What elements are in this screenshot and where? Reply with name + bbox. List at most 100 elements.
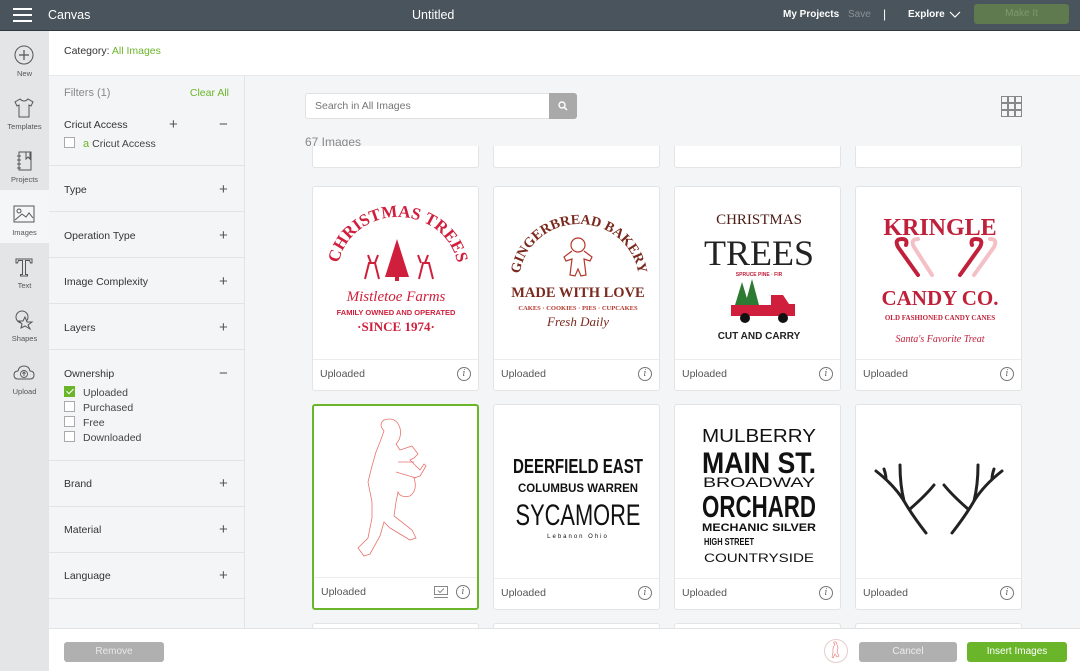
card-footer: Uploaded i	[856, 359, 1021, 390]
filter-section-type[interactable]: Type +	[49, 166, 245, 212]
filter-section-language[interactable]: Language +	[49, 553, 245, 599]
selected-image-thumbnail[interactable]	[824, 639, 848, 663]
search-button[interactable]	[549, 93, 577, 119]
rail-item-upload[interactable]: Upload	[0, 349, 49, 402]
save-button[interactable]: Save	[848, 9, 871, 20]
insert-images-button[interactable]: Insert Images	[967, 642, 1067, 662]
plus-icon[interactable]: +	[219, 476, 228, 491]
grid-view-icon[interactable]	[1001, 96, 1022, 117]
rail-item-shapes[interactable]: Shapes	[0, 296, 49, 349]
filter-section-operation-type[interactable]: Operation Type +	[49, 212, 245, 258]
image-card[interactable]: DEERFIELD EAST COLUMBUS WARREN SYCAMORE …	[493, 404, 660, 610]
art-line6: HIGH STREET	[704, 537, 754, 548]
checkbox-box-checked[interactable]	[64, 386, 75, 397]
image-icon	[13, 205, 35, 223]
make-it-button[interactable]: Make It	[974, 4, 1069, 24]
antlers-art	[874, 463, 1004, 535]
rail-item-label: Templates	[7, 122, 42, 131]
plus-icon[interactable]: +	[219, 568, 228, 583]
rail-item-label: Images	[12, 228, 37, 237]
art-line4: ORCHARD	[702, 489, 816, 524]
image-card[interactable]: GINGERBREAD BAKERY MADE WITH LOVE CAKES …	[493, 186, 660, 391]
image-card[interactable]: MULBERRY MAIN ST. BROADWAY ORCHARD MECHA…	[674, 404, 841, 610]
art-line5: MECHANIC SILVER	[702, 522, 816, 534]
filter-section-material[interactable]: Material +	[49, 507, 245, 553]
filter-section-image-complexity[interactable]: Image Complexity +	[49, 258, 245, 304]
checkbox-uploaded[interactable]: Uploaded	[64, 386, 128, 399]
rail-item-templates[interactable]: Templates	[0, 84, 49, 137]
checkbox-purchased[interactable]: Purchased	[64, 401, 133, 414]
filter-section-title: Layers	[64, 322, 96, 334]
art-line3: FAMILY OWNED AND OPERATED	[337, 308, 456, 317]
checkbox-downloaded[interactable]: Downloaded	[64, 431, 141, 444]
rail-item-text[interactable]: Text	[0, 243, 49, 296]
plus-icon[interactable]: +	[219, 274, 228, 289]
image-card-partial[interactable]	[674, 146, 841, 168]
image-card-partial[interactable]	[312, 146, 479, 168]
info-icon[interactable]: i	[819, 367, 833, 381]
info-icon[interactable]: i	[819, 586, 833, 600]
filter-section-title[interactable]: Ownership	[64, 368, 114, 380]
filter-section-title[interactable]: Cricut Access	[64, 119, 128, 131]
image-card-selected[interactable]: Uploaded i	[312, 404, 479, 610]
rail-item-images[interactable]: Images	[0, 190, 49, 243]
checkbox-label: Purchased	[83, 402, 134, 414]
card-footer: Uploaded i	[856, 578, 1021, 609]
hamburger-menu-icon[interactable]	[13, 8, 32, 22]
image-thumbnail: CHRISTMAS TREES Mistletoe Farms FAMILY O…	[313, 187, 478, 359]
art-title: GINGERBREAD BAKERY	[509, 213, 650, 275]
search-input[interactable]	[305, 93, 550, 119]
plus-icon[interactable]: +	[219, 228, 228, 243]
document-title[interactable]: Untitled	[412, 8, 454, 22]
checkbox-label: Uploaded	[83, 387, 128, 399]
rail-item-new[interactable]: New	[0, 31, 49, 84]
checkbox-box[interactable]	[64, 431, 75, 442]
image-thumbnail: MULBERRY MAIN ST. BROADWAY ORCHARD MECHA…	[675, 405, 840, 578]
filter-section-layers[interactable]: Layers +	[49, 304, 245, 350]
info-icon[interactable]: i	[638, 586, 652, 600]
image-card[interactable]: KRINGLE CANDY CO. OLD FASHIONED CANDY CA…	[855, 186, 1022, 391]
plus-icon[interactable]: +	[219, 320, 228, 335]
image-card[interactable]: CHRISTMAS TREES SPRUCE PINE · FIR CUT AN…	[674, 186, 841, 391]
rail-item-label: New	[16, 69, 32, 78]
rail-item-label: Shapes	[11, 334, 38, 343]
minus-icon[interactable]: −	[219, 366, 228, 381]
info-icon[interactable]: i	[638, 367, 652, 381]
minus-icon[interactable]: −	[219, 117, 228, 132]
my-projects-link[interactable]: My Projects	[783, 9, 839, 20]
category-value-link[interactable]: All Images	[112, 45, 161, 57]
cricut-access-icon: a	[83, 138, 90, 150]
image-card-partial[interactable]	[493, 146, 660, 168]
rail-item-projects[interactable]: Projects	[0, 137, 49, 190]
card-footer: Uploaded i	[494, 578, 659, 609]
clear-all-link[interactable]: Clear All	[190, 87, 229, 99]
info-icon[interactable]: i	[1000, 586, 1014, 600]
checkbox-box[interactable]	[64, 416, 75, 427]
plus-icon[interactable]: +	[219, 182, 228, 197]
plus-icon[interactable]: +	[219, 522, 228, 537]
cancel-button[interactable]: Cancel	[859, 642, 957, 662]
plus-icon[interactable]: +	[169, 117, 178, 132]
image-card[interactable]: Uploaded i	[855, 404, 1022, 610]
card-label: Uploaded	[501, 368, 546, 380]
checkbox-free[interactable]: Free	[64, 416, 105, 429]
remove-button[interactable]: Remove	[64, 642, 164, 662]
info-icon[interactable]: i	[456, 585, 470, 599]
chevron-down-icon[interactable]	[949, 9, 961, 19]
checkbox-cricut-access[interactable]: a Cricut Access	[64, 137, 156, 150]
selected-checkmark-icon[interactable]	[434, 586, 448, 598]
art-line4: ·SINCE 1974·	[357, 319, 435, 334]
svg-text:GINGERBREAD BAKERY: GINGERBREAD BAKERY	[509, 213, 650, 275]
info-icon[interactable]: i	[1000, 367, 1014, 381]
info-icon[interactable]: i	[457, 367, 471, 381]
image-thumbnail	[856, 405, 1021, 578]
checkbox-box[interactable]	[64, 137, 75, 148]
image-card-partial[interactable]	[855, 146, 1022, 168]
notebook-icon	[17, 151, 32, 171]
christmas-trees-truck-art: CHRISTMAS TREES SPRUCE PINE · FIR CUT AN…	[704, 212, 814, 342]
filter-section-title: Material	[64, 524, 102, 536]
checkbox-box[interactable]	[64, 401, 75, 412]
filter-section-brand[interactable]: Brand +	[49, 461, 245, 507]
image-card[interactable]: CHRISTMAS TREES Mistletoe Farms FAMILY O…	[312, 186, 479, 391]
explore-menu[interactable]: Explore	[908, 9, 945, 20]
